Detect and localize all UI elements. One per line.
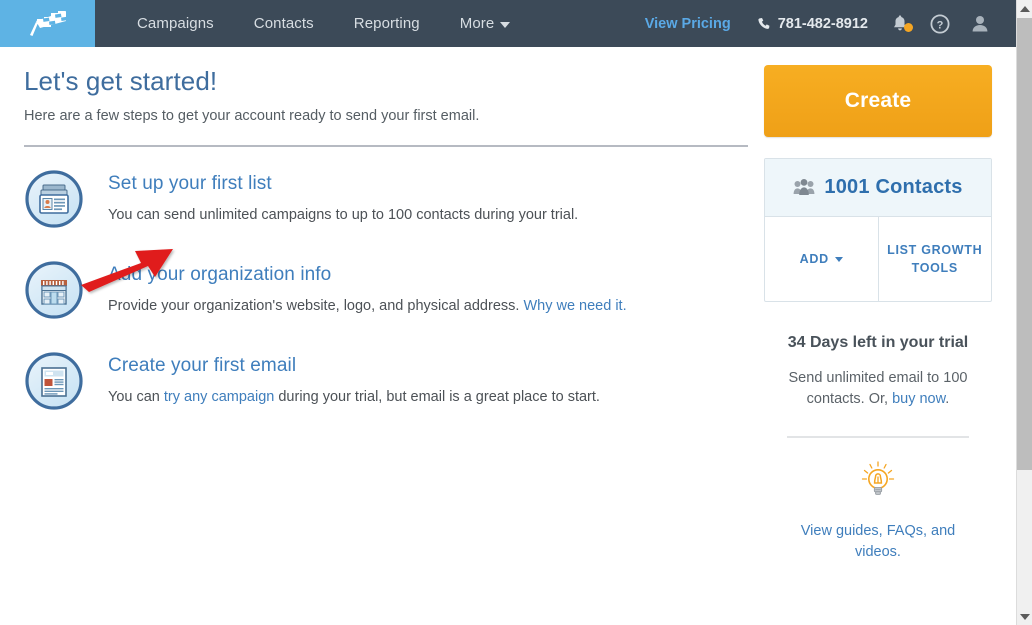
- step-description: Provide your organization's website, log…: [108, 297, 627, 317]
- onboarding-steps-list: Set up your first list You can send unli…: [24, 169, 748, 411]
- step-body: Set up your first list You can send unli…: [108, 169, 578, 225]
- step-description-text: Provide your organization's website, log…: [108, 297, 524, 314]
- add-contacts-dropdown[interactable]: ADD: [765, 217, 879, 301]
- app-window: Campaigns Contacts Reporting More View P…: [0, 0, 1032, 625]
- primary-nav-links: Campaigns Contacts Reporting More: [117, 0, 530, 47]
- step-description-text: You can: [108, 388, 164, 405]
- create-button[interactable]: Create: [764, 65, 992, 137]
- view-guides-link[interactable]: View guides, FAQs, and videos.: [764, 521, 992, 563]
- onboarding-step: Set up your first list You can send unli…: [24, 169, 748, 229]
- page-subtitle: Here are a few steps to get your account…: [24, 107, 480, 124]
- people-group-icon: [793, 179, 815, 195]
- contact-list-icon: [25, 170, 83, 228]
- user-avatar-icon: [972, 16, 988, 32]
- scroll-down-button[interactable]: [1017, 608, 1032, 625]
- onboarding-step: Add your organization info Provide your …: [24, 260, 748, 320]
- account-menu-button[interactable]: [960, 0, 1000, 47]
- svg-text:?: ?: [937, 19, 944, 31]
- trial-days-left: 34 Days left in your trial: [787, 334, 969, 351]
- notification-badge-dot: [904, 23, 913, 32]
- phone-icon: [758, 17, 770, 29]
- step-link-setup-first-list[interactable]: Set up your first list: [108, 172, 578, 196]
- step-link-add-organization-info[interactable]: Add your organization info: [108, 263, 627, 287]
- support-phone[interactable]: 781-482-8912: [745, 16, 880, 32]
- contacts-actions-row: ADD LIST GROWTH TOOLS: [765, 217, 991, 301]
- nav-item-reporting[interactable]: Reporting: [334, 0, 440, 47]
- view-pricing-link[interactable]: View Pricing: [631, 16, 745, 32]
- newsletter-icon: [25, 352, 83, 410]
- why-we-need-it-link[interactable]: Why we need it.: [523, 298, 626, 314]
- contacts-count-label: 1001 Contacts: [824, 176, 963, 198]
- try-any-campaign-link[interactable]: try any campaign: [164, 389, 274, 405]
- step-icon-wrapper: [24, 351, 84, 411]
- storefront-icon: [25, 261, 83, 319]
- help-button[interactable]: ?: [920, 0, 960, 47]
- brand-logo[interactable]: [0, 0, 95, 47]
- step-description: You can try any campaign during your tri…: [108, 388, 600, 408]
- step-link-create-first-email[interactable]: Create your first email: [108, 354, 600, 378]
- scrollbar-thumb[interactable]: [1017, 18, 1032, 470]
- header-divider: [24, 144, 748, 147]
- nav-item-contacts[interactable]: Contacts: [234, 0, 334, 47]
- scroll-up-arrow-icon: [1020, 5, 1030, 12]
- trial-description: Send unlimited email to 100 contacts. Or…: [764, 368, 992, 410]
- step-description-text: You can send unlimited campaigns to up t…: [108, 206, 579, 223]
- nav-item-more-label: More: [459, 15, 495, 32]
- contacts-card: 1001 Contacts ADD LIST GROWTH TOOLS: [764, 158, 992, 302]
- buy-now-link[interactable]: buy now: [892, 391, 945, 407]
- guides-block: View guides, FAQs, and videos.: [764, 460, 992, 563]
- sidebar-divider: [787, 435, 969, 438]
- chevron-down-icon: [500, 21, 511, 28]
- top-navigation-bar: Campaigns Contacts Reporting More View P…: [0, 0, 1016, 47]
- scroll-up-button[interactable]: [1017, 0, 1032, 17]
- vertical-scrollbar[interactable]: [1016, 0, 1032, 625]
- lightbulb-icon: [861, 460, 895, 495]
- nav-right-group: View Pricing 781-482-8912 ?: [631, 0, 1016, 47]
- page-title: Let's get started!: [24, 66, 218, 96]
- nav-item-more[interactable]: More: [440, 0, 531, 47]
- onboarding-panel: Let's get started! Here are a few steps …: [24, 65, 748, 442]
- trial-description-text-tail: .: [945, 390, 950, 407]
- step-icon-wrapper: [24, 169, 84, 229]
- caret-down-icon: [834, 256, 843, 262]
- right-sidebar: Create 1001 Contacts ADD LIST GROWTH TOO…: [764, 65, 992, 563]
- question-circle-icon: ?: [930, 13, 950, 34]
- trial-status-block: 34 Days left in your trial Send unlimite…: [764, 332, 992, 438]
- step-description-text-tail: during your trial, but email is a great …: [274, 388, 600, 405]
- onboarding-step: Create your first email You can try any …: [24, 351, 748, 411]
- step-body: Add your organization info Provide your …: [108, 260, 627, 316]
- scroll-down-arrow-icon: [1020, 613, 1030, 620]
- step-icon-wrapper: [24, 260, 84, 320]
- notifications-button[interactable]: [880, 0, 920, 47]
- add-contacts-label: ADD: [799, 251, 829, 266]
- nav-item-campaigns[interactable]: Campaigns: [117, 0, 234, 47]
- page-content: Let's get started! Here are a few steps …: [0, 47, 1016, 625]
- step-body: Create your first email You can try any …: [108, 351, 600, 407]
- support-phone-number: 781-482-8912: [777, 15, 868, 32]
- list-growth-tools-link[interactable]: LIST GROWTH TOOLS: [879, 217, 992, 301]
- step-description: You can send unlimited campaigns to up t…: [108, 206, 578, 226]
- contacts-count-header[interactable]: 1001 Contacts: [765, 159, 991, 217]
- checkered-flag-logo-icon: [29, 10, 67, 36]
